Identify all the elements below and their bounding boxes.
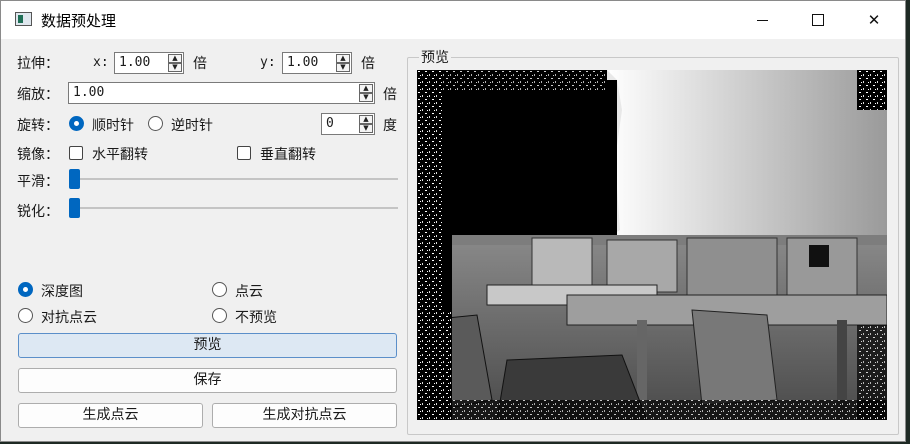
spin-down-icon[interactable]: ▼ <box>359 124 373 133</box>
depth-map-radio[interactable] <box>18 282 33 297</box>
sharpen-label: 锐化： <box>17 204 59 220</box>
sharpen-slider-handle[interactable] <box>69 198 80 218</box>
main-window: 数据预处理 ✕ 拉伸： x: 1.00 ▲ ▼ 倍 y: 1.00 ▲ ▼ 倍 缩放… <box>0 0 906 442</box>
stretch-y-label: y: <box>260 55 276 70</box>
adversarial-point-cloud-radio[interactable] <box>18 308 33 323</box>
preview-button[interactable]: 预览 <box>18 333 397 358</box>
close-icon: ✕ <box>867 11 881 29</box>
clockwise-label: 顺时针 <box>92 118 134 134</box>
maximize-button[interactable] <box>795 1 841 39</box>
stretch-y-value: 1.00 <box>287 55 319 70</box>
depth-preview-image <box>417 70 887 420</box>
horizontal-flip-checkbox[interactable] <box>69 146 83 160</box>
stretch-y-spinbox[interactable]: 1.00 ▲ ▼ <box>282 52 352 74</box>
stretch-label: 拉伸： <box>17 56 59 72</box>
spin-down-icon[interactable]: ▼ <box>359 93 373 102</box>
rotate-angle-value: 0 <box>326 116 334 131</box>
smooth-slider-track[interactable] <box>69 178 398 180</box>
adversarial-point-cloud-label: 对抗点云 <box>41 310 97 326</box>
rotate-angle-spinbox[interactable]: 0 ▲ ▼ <box>321 113 375 135</box>
rotate-unit: 度 <box>383 118 397 134</box>
spin-up-icon[interactable]: ▲ <box>336 54 350 63</box>
spin-up-icon[interactable]: ▲ <box>359 84 373 93</box>
clockwise-radio[interactable] <box>69 116 84 131</box>
scale-spinbox[interactable]: 1.00 ▲ ▼ <box>68 82 375 104</box>
scale-label: 缩放： <box>17 87 59 103</box>
window-title: 数据预处理 <box>41 12 117 30</box>
save-button[interactable]: 保存 <box>18 368 397 393</box>
smooth-label: 平滑： <box>17 174 59 190</box>
scale-value: 1.00 <box>73 85 105 100</box>
vertical-flip-checkbox[interactable] <box>237 146 251 160</box>
vertical-flip-label: 垂直翻转 <box>260 147 316 163</box>
mirror-label: 镜像： <box>17 147 59 163</box>
horizontal-flip-label: 水平翻转 <box>92 147 148 163</box>
stretch-x-unit: 倍 <box>193 56 207 72</box>
smooth-slider-handle[interactable] <box>69 169 80 189</box>
spin-down-icon[interactable]: ▼ <box>168 63 182 72</box>
spin-up-icon[interactable]: ▲ <box>359 115 373 124</box>
no-preview-label: 不预览 <box>235 310 277 326</box>
point-cloud-label: 点云 <box>235 284 263 300</box>
minimize-icon <box>756 19 768 21</box>
counterclockwise-label: 逆时针 <box>171 118 213 134</box>
depth-map-label: 深度图 <box>41 284 83 300</box>
stretch-x-value: 1.00 <box>119 55 151 70</box>
point-cloud-radio[interactable] <box>212 282 227 297</box>
sharpen-slider-track[interactable] <box>69 207 398 209</box>
app-icon <box>15 12 32 26</box>
minimize-button[interactable] <box>739 1 785 39</box>
stretch-y-unit: 倍 <box>361 56 375 72</box>
maximize-icon <box>812 14 824 26</box>
stretch-x-label: x: <box>93 55 109 70</box>
rotate-label: 旋转： <box>17 118 59 134</box>
preview-group-title: 预览 <box>419 47 451 67</box>
spin-down-icon[interactable]: ▼ <box>336 63 350 72</box>
spin-up-icon[interactable]: ▲ <box>168 54 182 63</box>
scale-unit: 倍 <box>383 87 397 103</box>
counterclockwise-radio[interactable] <box>148 116 163 131</box>
close-button[interactable]: ✕ <box>851 1 897 39</box>
stretch-x-spinbox[interactable]: 1.00 ▲ ▼ <box>114 52 184 74</box>
generate-adversarial-point-cloud-button[interactable]: 生成对抗点云 <box>212 403 397 428</box>
title-bar: 数据预处理 ✕ <box>1 1 905 39</box>
generate-point-cloud-button[interactable]: 生成点云 <box>18 403 203 428</box>
no-preview-radio[interactable] <box>212 308 227 323</box>
